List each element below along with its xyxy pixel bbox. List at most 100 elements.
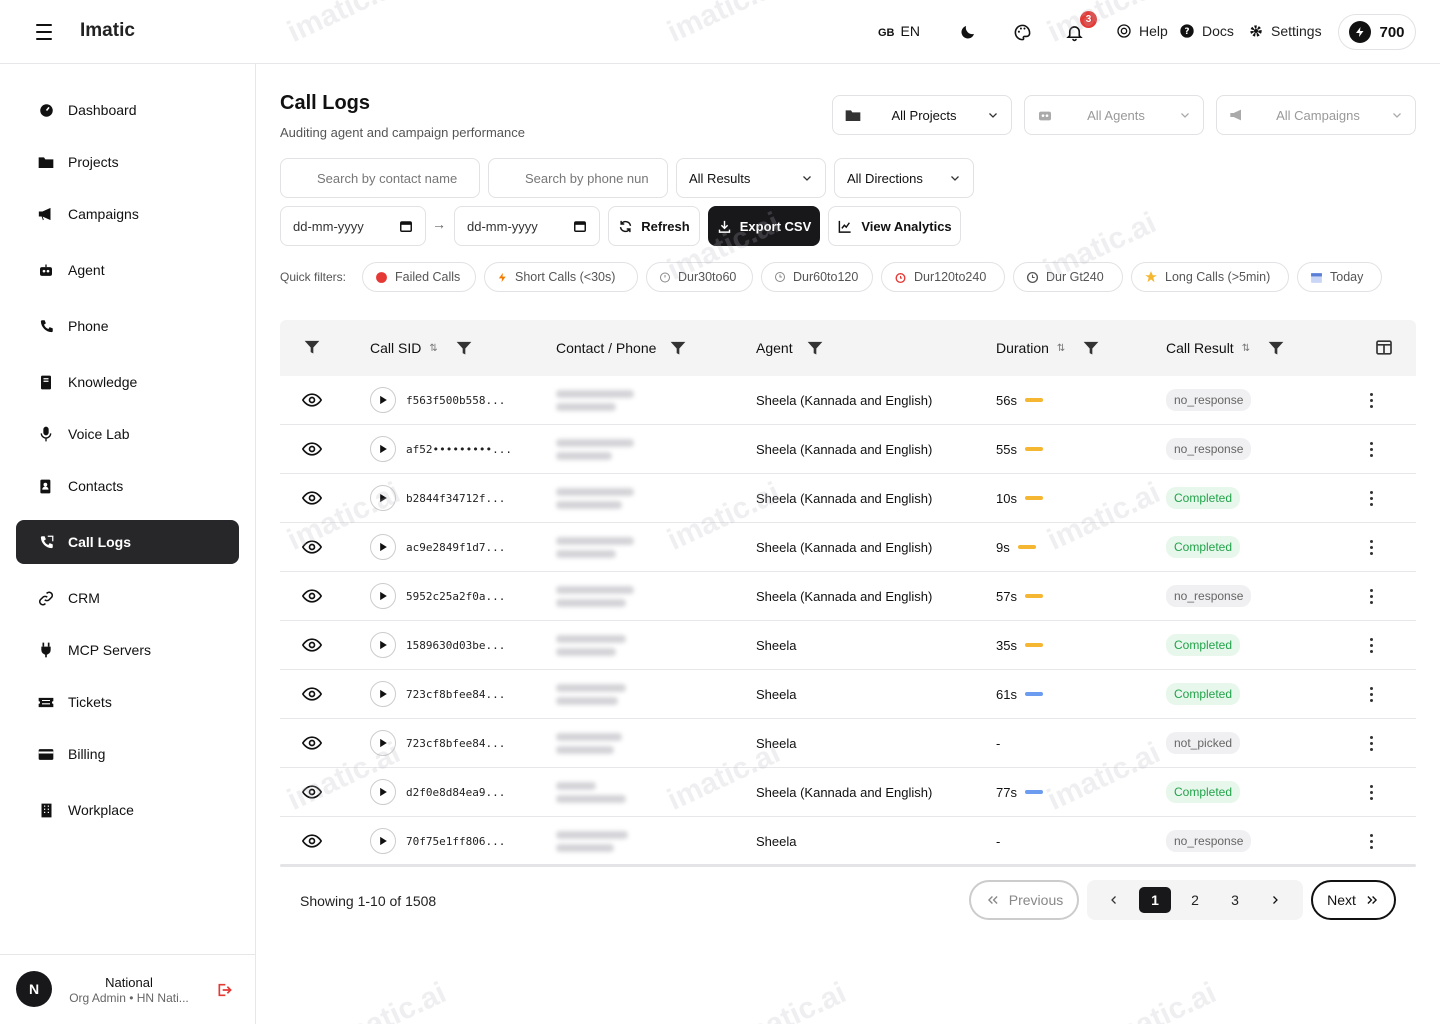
- sidebar-item-contacts[interactable]: Contacts: [16, 464, 239, 508]
- filter-icon[interactable]: [1083, 341, 1099, 356]
- play-icon[interactable]: [370, 534, 396, 560]
- sidebar-item-billing[interactable]: Billing: [16, 732, 239, 776]
- docs-link[interactable]: ? Docs: [1179, 23, 1234, 39]
- sidebar-item-campaigns[interactable]: Campaigns: [16, 192, 239, 236]
- more-options-icon[interactable]: [1370, 474, 1373, 522]
- table-row[interactable]: 5952c25a2f0a... Sheela (Kannada and Engl…: [280, 572, 1416, 621]
- table-row[interactable]: af52•••••••••... Sheela (Kannada and Eng…: [280, 425, 1416, 474]
- view-eye-icon[interactable]: [302, 572, 322, 620]
- col-call-result[interactable]: Call Result ⇅: [1166, 340, 1284, 356]
- call-sid[interactable]: 723cf8bfee84...: [406, 737, 505, 750]
- filter-icon[interactable]: [304, 340, 320, 355]
- refresh-button[interactable]: Refresh: [608, 206, 700, 246]
- view-eye-icon[interactable]: [302, 670, 322, 718]
- view-eye-icon[interactable]: [302, 425, 322, 473]
- table-row[interactable]: 1589630d03be... Sheela 35s Completed: [280, 621, 1416, 670]
- view-eye-icon[interactable]: [302, 719, 322, 767]
- next-button[interactable]: Next: [1311, 880, 1396, 920]
- col-call-sid[interactable]: Call SID ⇅: [370, 340, 472, 356]
- menu-icon[interactable]: [30, 22, 58, 42]
- quick-filter-dur60to120[interactable]: Dur60to120: [761, 262, 873, 292]
- columns-toggle-icon[interactable]: [1376, 340, 1392, 355]
- table-row[interactable]: 723cf8bfee84... Sheela - not_picked: [280, 719, 1416, 768]
- more-options-icon[interactable]: [1370, 768, 1373, 816]
- sidebar-item-crm[interactable]: CRM: [16, 576, 239, 620]
- view-eye-icon[interactable]: [302, 376, 322, 424]
- calendar-icon[interactable]: [573, 219, 587, 233]
- palette-icon[interactable]: [1011, 21, 1033, 43]
- play-icon[interactable]: [370, 632, 396, 658]
- campaigns-select[interactable]: All Campaigns: [1216, 95, 1416, 135]
- sidebar-item-workplace[interactable]: Workplace: [16, 788, 239, 832]
- more-options-icon[interactable]: [1370, 621, 1373, 669]
- agents-select[interactable]: All Agents: [1024, 95, 1204, 135]
- sort-icon[interactable]: ⇅: [1242, 343, 1250, 354]
- view-eye-icon[interactable]: [302, 768, 322, 816]
- table-row[interactable]: f563f500b558... Sheela (Kannada and Engl…: [280, 376, 1416, 425]
- sidebar-item-agent[interactable]: Agent: [16, 248, 239, 292]
- date-from-field[interactable]: dd-mm-yyyy: [280, 206, 426, 246]
- sidebar-item-phone[interactable]: Phone: [16, 304, 239, 348]
- sort-icon[interactable]: ⇅: [1057, 343, 1065, 354]
- table-row[interactable]: 70f75e1ff806... Sheela - no_response: [280, 817, 1416, 866]
- page-2[interactable]: 2: [1179, 887, 1211, 913]
- logout-icon[interactable]: [216, 982, 232, 1001]
- settings-link[interactable]: Settings: [1248, 23, 1322, 39]
- page-3[interactable]: 3: [1219, 887, 1251, 913]
- table-row[interactable]: ac9e2849f1d7... Sheela (Kannada and Engl…: [280, 523, 1416, 572]
- previous-button[interactable]: Previous: [969, 880, 1079, 920]
- page-1[interactable]: 1: [1139, 887, 1171, 913]
- filter-icon[interactable]: [670, 341, 686, 356]
- call-sid[interactable]: 70f75e1ff806...: [406, 835, 505, 848]
- play-icon[interactable]: [370, 681, 396, 707]
- more-options-icon[interactable]: [1370, 670, 1373, 718]
- notification-bell-icon[interactable]: 3: [1063, 11, 1097, 43]
- sidebar-item-dashboard[interactable]: Dashboard: [16, 88, 239, 132]
- horizontal-scrollbar[interactable]: [280, 864, 1416, 867]
- play-icon[interactable]: [370, 436, 396, 462]
- col-agent[interactable]: Agent: [756, 340, 823, 356]
- view-eye-icon[interactable]: [302, 621, 322, 669]
- sort-icon[interactable]: ⇅: [429, 343, 437, 354]
- table-row[interactable]: 723cf8bfee84... Sheela 61s Completed: [280, 670, 1416, 719]
- calendar-icon[interactable]: [399, 219, 413, 233]
- play-icon[interactable]: [370, 828, 396, 854]
- sidebar-item-voice-lab[interactable]: Voice Lab: [16, 412, 239, 456]
- contact-search-input[interactable]: [293, 170, 467, 186]
- call-sid[interactable]: 1589630d03be...: [406, 639, 505, 652]
- export-csv-button[interactable]: Export CSV: [708, 206, 820, 246]
- call-sid[interactable]: 5952c25a2f0a...: [406, 590, 505, 603]
- more-options-icon[interactable]: [1370, 572, 1373, 620]
- quick-filter-dur30to60[interactable]: Dur30to60: [646, 262, 753, 292]
- quick-filter-dur-gt240[interactable]: Dur Gt240: [1013, 262, 1123, 292]
- play-icon[interactable]: [370, 583, 396, 609]
- table-row[interactable]: b2844f34712f... Sheela (Kannada and Engl…: [280, 474, 1416, 523]
- quick-filter-dur120to240[interactable]: Dur120to240: [881, 262, 1005, 292]
- sidebar-item-projects[interactable]: Projects: [16, 140, 239, 184]
- results-select[interactable]: All Results: [676, 158, 826, 198]
- filter-icon[interactable]: [807, 341, 823, 356]
- date-to-field[interactable]: dd-mm-yyyy: [454, 206, 600, 246]
- call-sid[interactable]: b2844f34712f...: [406, 492, 505, 505]
- filter-icon[interactable]: [1268, 341, 1284, 356]
- view-analytics-button[interactable]: View Analytics: [828, 206, 961, 246]
- credits-badge[interactable]: 700: [1338, 14, 1416, 50]
- sidebar-item-knowledge[interactable]: Knowledge: [16, 360, 239, 404]
- more-options-icon[interactable]: [1370, 719, 1373, 767]
- call-sid[interactable]: f563f500b558...: [406, 394, 505, 407]
- col-contact[interactable]: Contact / Phone: [556, 340, 686, 356]
- more-options-icon[interactable]: [1370, 425, 1373, 473]
- language-selector[interactable]: GB EN: [878, 23, 920, 39]
- more-options-icon[interactable]: [1370, 523, 1373, 571]
- call-sid[interactable]: ac9e2849f1d7...: [406, 541, 505, 554]
- call-sid[interactable]: 723cf8bfee84...: [406, 688, 505, 701]
- table-row[interactable]: d2f0e8d84ea9... Sheela (Kannada and Engl…: [280, 768, 1416, 817]
- view-eye-icon[interactable]: [302, 474, 322, 522]
- phone-search-input[interactable]: [501, 170, 655, 186]
- quick-filter-failed-calls[interactable]: Failed Calls: [362, 262, 476, 292]
- prev-page-icon[interactable]: [1098, 887, 1130, 913]
- play-icon[interactable]: [370, 387, 396, 413]
- view-eye-icon[interactable]: [302, 523, 322, 571]
- contact-search-field[interactable]: [280, 158, 480, 198]
- more-options-icon[interactable]: [1370, 376, 1373, 424]
